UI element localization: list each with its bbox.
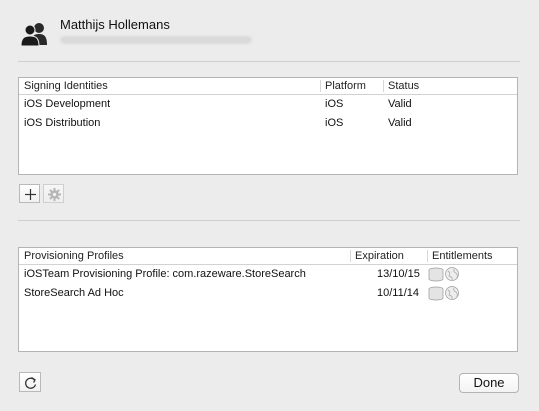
table-row[interactable]: iOSTeam Provisioning Profile: com.razewa… xyxy=(19,265,517,284)
column-header-status[interactable]: Status xyxy=(388,80,419,92)
entitlements-icon xyxy=(428,286,462,301)
separator xyxy=(18,61,520,62)
identity-status: Valid xyxy=(388,98,412,110)
identity-platform: iOS xyxy=(325,117,344,129)
signing-identities-table[interactable]: Signing Identities Platform Status iOS D… xyxy=(18,77,518,175)
entitlements-icon xyxy=(428,267,462,282)
table-row[interactable]: StoreSearch Ad Hoc 10/11/14 xyxy=(19,284,517,303)
refresh-button[interactable] xyxy=(19,372,41,392)
column-header-expiration[interactable]: Expiration xyxy=(355,250,404,262)
identity-name: iOS Distribution xyxy=(24,117,101,129)
account-name: Matthijs Hollemans xyxy=(60,17,170,32)
table-header: Provisioning Profiles Expiration Entitle… xyxy=(19,248,517,265)
column-divider xyxy=(350,250,351,262)
account-header: Matthijs Hollemans xyxy=(18,14,518,54)
gear-icon xyxy=(48,188,61,201)
profile-name: iOSTeam Provisioning Profile: com.razewa… xyxy=(24,268,306,280)
provisioning-profiles-table[interactable]: Provisioning Profiles Expiration Entitle… xyxy=(18,247,518,352)
column-header-signing-identities[interactable]: Signing Identities xyxy=(24,80,108,92)
add-identity-button[interactable] xyxy=(19,184,40,203)
refresh-icon xyxy=(25,376,37,389)
separator xyxy=(18,220,520,221)
profile-expiration: 10/11/14 xyxy=(377,287,420,299)
account-email-redacted xyxy=(60,36,252,44)
table-header: Signing Identities Platform Status xyxy=(19,78,517,95)
identity-platform: iOS xyxy=(325,98,344,110)
done-button[interactable]: Done xyxy=(459,373,519,393)
profile-expiration: 13/10/15 xyxy=(377,268,420,280)
identity-status: Valid xyxy=(388,117,412,129)
column-divider xyxy=(383,80,384,92)
identity-name: iOS Development xyxy=(24,98,111,110)
identity-settings-button[interactable] xyxy=(43,184,64,203)
profile-name: StoreSearch Ad Hoc xyxy=(24,287,124,299)
plus-icon xyxy=(25,189,36,200)
column-divider xyxy=(427,250,428,262)
column-divider xyxy=(320,80,321,92)
column-header-entitlements[interactable]: Entitlements xyxy=(432,250,493,262)
users-icon xyxy=(20,22,50,47)
table-row[interactable]: iOS Distribution iOS Valid xyxy=(19,114,517,133)
column-header-platform[interactable]: Platform xyxy=(325,80,366,92)
column-header-provisioning-profiles[interactable]: Provisioning Profiles xyxy=(24,250,124,262)
table-row[interactable]: iOS Development iOS Valid xyxy=(19,95,517,114)
